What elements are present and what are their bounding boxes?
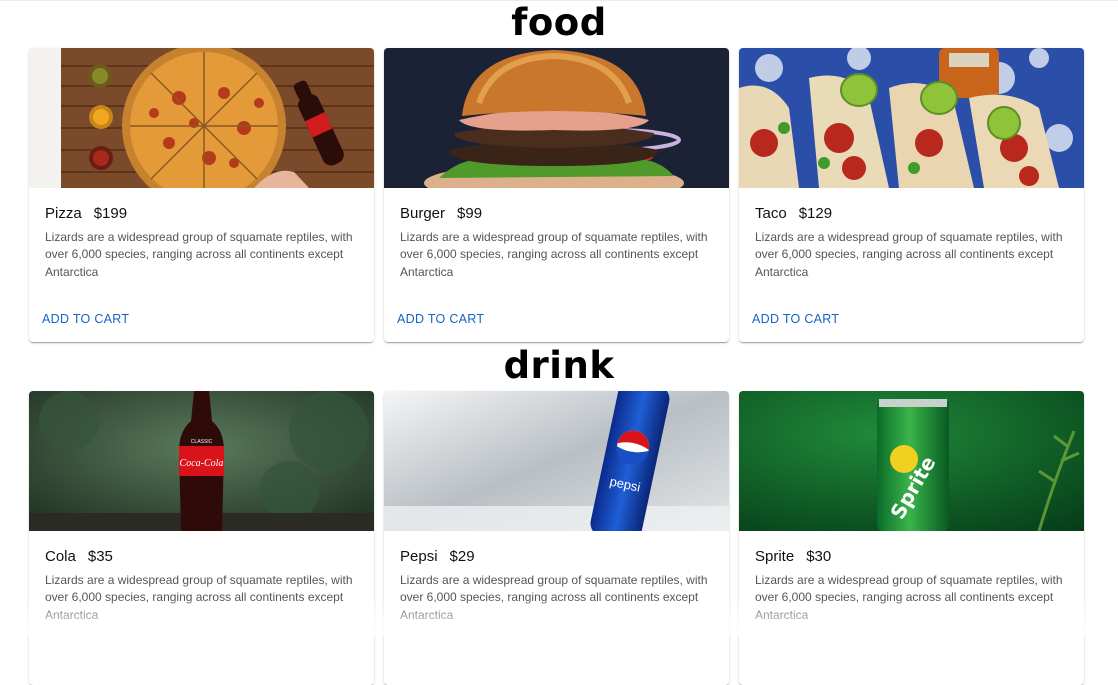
product-title-row: Sprite $30 xyxy=(755,548,1068,566)
product-description: Lizards are a widespread group of squama… xyxy=(755,573,1063,622)
drink-grid: CLASSIC Coca-Cola Cola $35 Lizards are a … xyxy=(29,391,1084,685)
pizza-image[interactable] xyxy=(29,48,374,188)
product-name: Pizza xyxy=(45,205,82,222)
product-description: Lizards are a widespread group of squama… xyxy=(45,573,353,622)
add-to-cart-button[interactable]: ADD TO CART xyxy=(752,312,839,326)
product-card-cola: CLASSIC Coca-Cola Cola $35 Lizards are a … xyxy=(29,391,374,685)
product-card-pepsi: pepsi Pepsi $29 Lizards are a widespread … xyxy=(384,391,729,685)
product-title-row: Taco $129 xyxy=(755,205,1068,223)
product-card-pizza: Pizza $199 Lizards are a widespread group… xyxy=(29,48,374,342)
product-description: Lizards are a widespread group of squama… xyxy=(400,230,708,279)
burger-image[interactable] xyxy=(384,48,729,188)
add-to-cart-button[interactable]: ADD TO CART xyxy=(397,312,484,326)
product-price: $35 xyxy=(87,548,113,565)
taco-image[interactable] xyxy=(739,48,1084,188)
product-name: Cola xyxy=(45,548,76,565)
product-price: $29 xyxy=(449,548,475,565)
product-title-row: Pizza $199 xyxy=(45,205,358,223)
pepsi-image[interactable]: pepsi xyxy=(384,391,729,531)
product-name: Taco xyxy=(755,205,787,222)
product-title-row: Pepsi $29 xyxy=(400,548,713,566)
sprite-image[interactable]: Sprite xyxy=(739,391,1084,531)
product-title-row: Burger $99 xyxy=(400,205,713,223)
product-price: $99 xyxy=(457,205,483,222)
product-name: Pepsi xyxy=(400,548,438,565)
product-card-burger: Burger $99 Lizards are a widespread group… xyxy=(384,48,729,342)
product-title-row: Cola $35 xyxy=(45,548,358,566)
product-card-taco: Taco $129 Lizards are a widespread group … xyxy=(739,48,1084,342)
product-description: Lizards are a widespread group of squama… xyxy=(400,573,708,622)
product-name: Sprite xyxy=(755,548,795,565)
cola-classic-text: CLASSIC xyxy=(191,439,213,445)
product-price: $30 xyxy=(806,548,832,565)
product-description: Lizards are a widespread group of squama… xyxy=(45,230,353,279)
food-grid: Pizza $199 Lizards are a widespread group… xyxy=(29,48,1084,342)
cola-logo-text: Coca-Cola xyxy=(180,458,224,469)
product-name: Burger xyxy=(400,205,446,222)
section-title-food: food xyxy=(511,1,607,44)
add-to-cart-button[interactable]: ADD TO CART xyxy=(42,312,129,326)
product-price: $199 xyxy=(93,205,128,222)
product-price: $129 xyxy=(798,205,833,222)
section-title-drink: drink xyxy=(503,344,615,387)
cola-image[interactable]: CLASSIC Coca-Cola xyxy=(29,391,374,531)
product-description: Lizards are a widespread group of squama… xyxy=(755,230,1063,279)
product-card-sprite: Sprite Sprite $30 Lizards are a widesprea… xyxy=(739,391,1084,685)
